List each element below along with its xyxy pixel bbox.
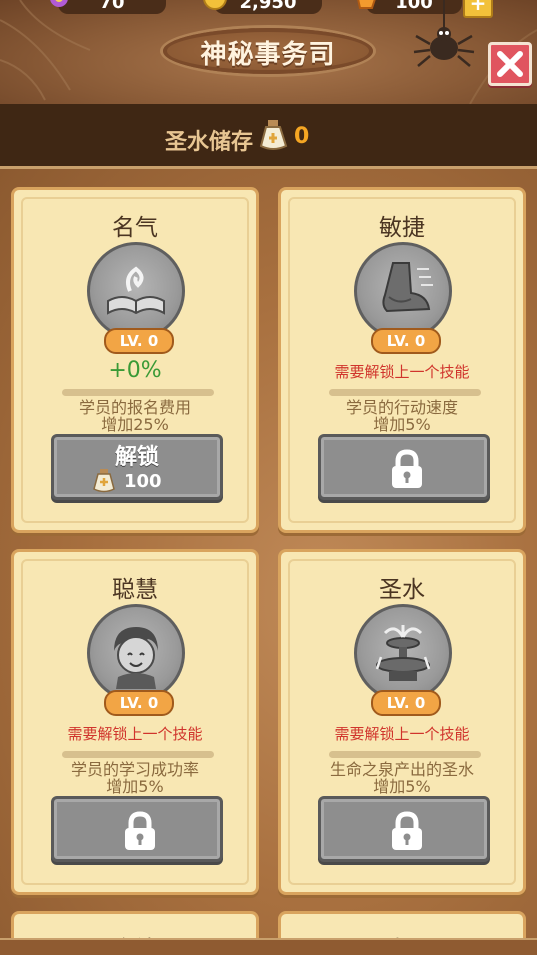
gold-coin-icon xyxy=(203,0,227,10)
skill-description-line2: 增加5% xyxy=(373,415,431,434)
skill-badge xyxy=(87,242,185,340)
lock-icon xyxy=(392,811,422,850)
skill-progress-bar xyxy=(329,751,481,758)
skill-card-fame: 名气 LV. 0 +0% 学员的报名费用 增加25% 解锁 100 xyxy=(11,187,259,533)
skill-description: 学员的报名费用 增加25% xyxy=(14,399,256,433)
resource-gold: 2,950 xyxy=(203,0,322,14)
page-title: 神秘事务司 xyxy=(200,40,336,70)
holy-water-storage-bar: 圣水储存 0 xyxy=(0,104,537,169)
skill-description-line2: 增加5% xyxy=(106,777,164,796)
locked-requirement: 需要解锁上一个技能 xyxy=(334,725,470,743)
gem-icon xyxy=(357,0,376,9)
skill-title: 聪慧 xyxy=(112,577,158,603)
skill-card-agility: 敏捷 LV. 0 需要解锁上一个技能 学员的行动速度 增加5% xyxy=(278,187,526,533)
skill-progress-bar xyxy=(62,751,214,758)
skill-badge xyxy=(354,604,452,702)
book-icon xyxy=(107,266,165,315)
locked-button[interactable] xyxy=(51,796,223,862)
skill-description-line1: 学员的行动速度 xyxy=(345,398,458,417)
lock-icon xyxy=(125,811,155,850)
skill-description: 学员的学习成功率 增加5% xyxy=(14,761,256,795)
resource-flower-value: 70 xyxy=(99,0,125,13)
storage-label: 圣水储存 xyxy=(165,130,254,155)
locked-requirement: 需要解锁上一个技能 xyxy=(67,725,203,743)
skill-title: 敏捷 xyxy=(379,215,425,241)
unlock-button[interactable]: 解锁 100 xyxy=(51,434,223,500)
header: 70 2,950 100 + 神秘事务司 xyxy=(0,0,537,107)
close-button[interactable] xyxy=(488,42,532,86)
skill-description-line1: 学员的报名费用 xyxy=(78,398,191,417)
locked-button[interactable] xyxy=(318,434,490,500)
storage-value: 0 xyxy=(294,124,310,149)
flower-gem-icon xyxy=(50,0,68,7)
skill-progress-bar xyxy=(62,389,214,396)
spider-icon xyxy=(413,0,475,67)
skill-description-line1: 生命之泉产出的圣水 xyxy=(329,760,474,779)
student-icon xyxy=(114,627,158,689)
skill-title: 名气 xyxy=(112,215,158,241)
skill-badge xyxy=(354,242,452,340)
resource-flower: 70 xyxy=(50,0,166,14)
skill-badge xyxy=(87,604,185,702)
unlock-cost: 100 xyxy=(124,471,162,492)
skill-description-line2: 增加5% xyxy=(373,777,431,796)
unlock-button-label: 解锁 xyxy=(114,445,159,470)
close-icon xyxy=(497,51,523,77)
skill-effect-value: +0% xyxy=(108,358,162,383)
skill-description-line2: 增加25% xyxy=(101,415,169,434)
level-badge: LV. 0 xyxy=(104,328,174,354)
locked-requirement: 需要解锁上一个技能 xyxy=(334,363,470,381)
skill-grid: 名气 LV. 0 +0% 学员的报名费用 增加25% 解锁 100 敏捷 LV.… xyxy=(0,169,537,953)
skill-card-holy-water: 圣水 LV. 0 需要解锁上一个技能 生命之泉产出的圣水 增加5% xyxy=(278,549,526,895)
lock-icon xyxy=(392,449,422,488)
boot-icon xyxy=(382,262,433,313)
fountain-icon xyxy=(375,625,431,681)
level-badge: LV. 0 xyxy=(371,690,441,716)
skill-description: 学员的行动速度 增加5% xyxy=(281,399,523,433)
level-badge: LV. 0 xyxy=(104,690,174,716)
skill-card-wisdom: 聪慧 LV. 0 需要解锁上一个技能 学员的学习成功率 增加5% xyxy=(11,549,259,895)
skill-description-line1: 学员的学习成功率 xyxy=(70,760,199,779)
holy-water-bottle-icon xyxy=(259,120,288,150)
resource-gold-value: 2,950 xyxy=(239,0,297,13)
locked-button[interactable] xyxy=(318,796,490,862)
skill-title: 圣水 xyxy=(379,577,425,603)
level-badge: LV. 0 xyxy=(371,328,441,354)
bottom-frame xyxy=(0,938,537,955)
holy-water-bottle-icon xyxy=(93,469,115,493)
skill-description: 生命之泉产出的圣水 增加5% xyxy=(281,761,523,795)
skill-progress-bar xyxy=(329,389,481,396)
